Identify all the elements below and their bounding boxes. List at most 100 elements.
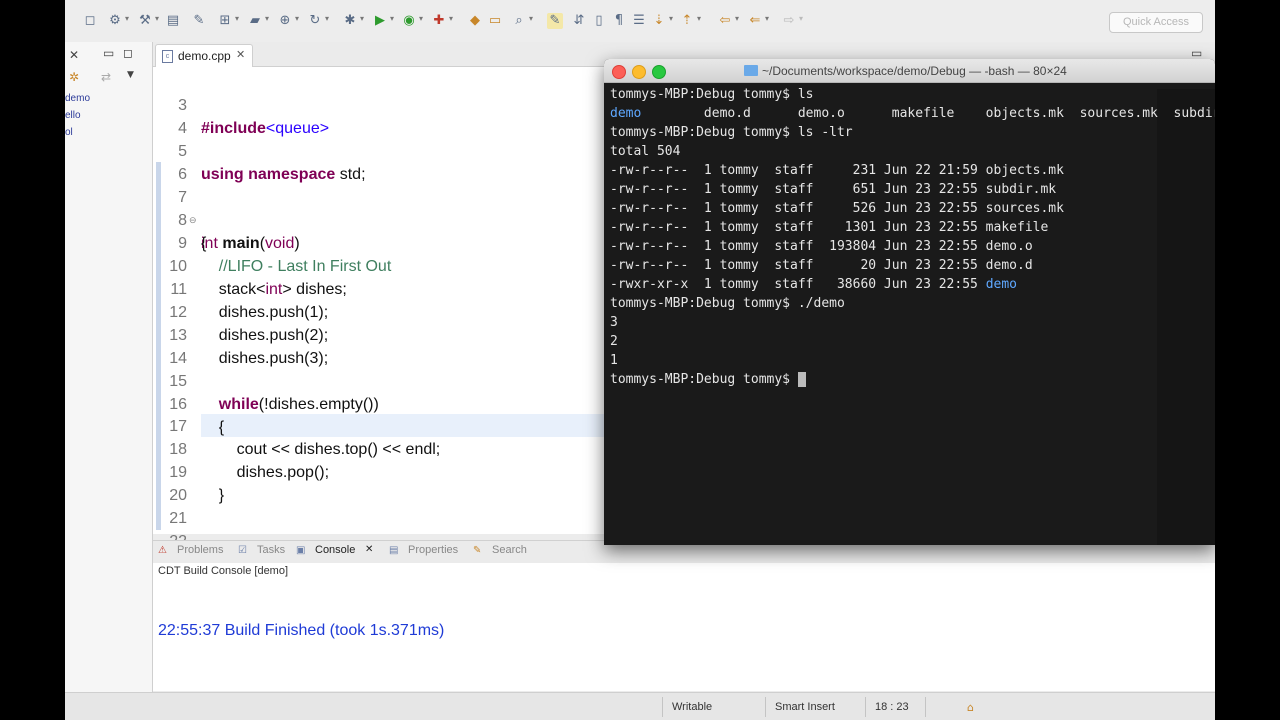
terminal-window[interactable]: ~/Documents/workspace/demo/Debug — -bash… [604, 59, 1215, 545]
next-annotation-icon[interactable]: ⇣ [651, 13, 667, 29]
include-target: <queue> [265, 120, 330, 137]
status-writable: Writable [672, 701, 713, 713]
terminal-line: 1 [610, 353, 618, 368]
console-view[interactable]: CDT Build Console [demo] 22:55:37 Build … [153, 563, 1215, 691]
save-icon[interactable]: ▤ [165, 13, 181, 29]
chevron-down-icon[interactable]: ▾ [295, 14, 299, 23]
status-divider [765, 697, 766, 717]
back-alt-icon[interactable]: ⇐ [747, 13, 763, 29]
chevron-down-icon[interactable]: ▾ [529, 14, 533, 23]
quick-access-input[interactable]: Quick Access [1109, 12, 1203, 33]
properties-icon: ▤ [389, 545, 399, 556]
paragraph-icon[interactable]: ¶ [611, 13, 627, 29]
tree-item[interactable]: ol [65, 127, 73, 138]
chevron-down-icon[interactable]: ▾ [419, 14, 423, 23]
code-comment: //LIFO - Last In First Out [201, 258, 392, 275]
code-line: 7 ⊖ int main(void) [153, 163, 300, 252]
code-text: stack<int> dishes; [201, 281, 347, 298]
close-icon[interactable]: ✕ [69, 48, 79, 62]
prompt: tommys-MBP:Debug tommy$ [610, 372, 798, 387]
progress-icon[interactable]: ⌂ [967, 701, 974, 714]
project-explorer-panel: ✕ ▭ ◻ ✲ ⇄ ▼ demo ello ol [65, 42, 153, 692]
include-directive: #include [201, 120, 266, 137]
chevron-down-icon[interactable]: ▾ [765, 14, 769, 23]
chevron-down-icon[interactable]: ▾ [669, 14, 673, 23]
chevron-down-icon[interactable]: ▾ [325, 14, 329, 23]
chevron-down-icon[interactable]: ▾ [125, 14, 129, 23]
tab-problems[interactable]: Problems [177, 544, 223, 556]
search-icon[interactable]: ⌕ [511, 13, 527, 29]
open-type-icon[interactable]: ◆ [467, 13, 483, 29]
tab-search[interactable]: Search [492, 544, 527, 556]
sync-icon[interactable]: ⇄ [101, 70, 111, 84]
close-icon[interactable]: ✕ [236, 48, 245, 61]
open-folder-icon[interactable]: ▭ [487, 13, 503, 29]
code-text: dishes.push(3); [201, 350, 329, 367]
status-cursor-position: 18 : 23 [875, 701, 909, 713]
tree-item[interactable]: ello [65, 110, 81, 121]
maximize-icon[interactable]: ◻ [123, 46, 133, 60]
chevron-down-icon[interactable]: ▼ [127, 70, 134, 80]
terminal-cursor [797, 372, 806, 387]
tree-item[interactable]: demo [65, 93, 90, 104]
chevron-down-icon[interactable]: ▾ [235, 14, 239, 23]
code-text: int main(void) [201, 235, 300, 252]
chevron-down-icon[interactable]: ▾ [449, 14, 453, 23]
chevron-down-icon[interactable]: ▾ [390, 14, 394, 23]
chevron-down-icon[interactable]: ▾ [155, 14, 159, 23]
tab-console[interactable]: Console [315, 544, 355, 556]
fold-icon[interactable]: ⊖ [189, 209, 197, 232]
code-line: 18 dishes.pop(); [153, 415, 329, 481]
annotation-icon[interactable]: ⇵ [571, 13, 587, 29]
bug-icon[interactable]: ✱ [342, 13, 358, 29]
settings-icon[interactable]: ⚙ [107, 13, 123, 29]
doc-icon[interactable]: ▯ [591, 13, 607, 29]
back-icon[interactable]: ⇦ [717, 13, 733, 29]
minimize-window-icon[interactable] [632, 65, 646, 79]
maximize-icon[interactable]: ◻ [82, 13, 98, 29]
keyword: using namespace [201, 166, 336, 183]
tab-demo-cpp[interactable]: c demo.cpp ✕ [155, 44, 253, 67]
gear-icon[interactable]: ✲ [69, 70, 79, 84]
run-config-icon[interactable]: ◉ [401, 13, 417, 29]
chevron-down-icon[interactable]: ▾ [735, 14, 739, 23]
code-text: } [201, 487, 225, 504]
minimize-icon[interactable]: ▭ [1191, 46, 1202, 60]
chevron-down-icon[interactable]: ▾ [360, 14, 364, 23]
external-tools-icon[interactable]: ✚ [431, 13, 447, 29]
close-icon[interactable]: ✕ [365, 544, 373, 555]
dir-entry: demo [985, 277, 1017, 292]
list-icon[interactable]: ☰ [631, 13, 647, 29]
minimize-icon[interactable]: ▭ [103, 46, 114, 60]
code-line: 22 [153, 507, 187, 550]
build-icon[interactable]: ⚒ [137, 13, 153, 29]
refresh-icon[interactable]: ↻ [307, 13, 323, 29]
terminal-titlebar[interactable]: ~/Documents/workspace/demo/Debug — -bash… [604, 59, 1215, 83]
code-line: 9 //LIFO - Last In First Out [153, 209, 391, 275]
code-line: 15 while(!dishes.empty()) [153, 347, 379, 413]
new-icon[interactable]: ⊞ [217, 13, 233, 29]
folder-icon[interactable]: ▰ [247, 13, 263, 29]
close-window-icon[interactable] [612, 65, 626, 79]
highlight-icon[interactable]: ✎ [547, 13, 563, 29]
new-file-icon[interactable]: ⊕ [277, 13, 293, 29]
terminal-scroll-area [1157, 89, 1215, 545]
keyword: void [265, 235, 295, 252]
dir-entry: demo [610, 106, 642, 121]
debug-icon[interactable]: ✎ [191, 13, 207, 29]
tab-tasks[interactable]: Tasks [257, 544, 285, 556]
terminal-line: -rwxr-xr-x 1 tommy staff 38660 Jun 23 22… [610, 277, 1017, 292]
code-line: 17 cout << dishes.top() << endl; [153, 392, 440, 458]
zoom-window-icon[interactable] [652, 65, 666, 79]
run-icon[interactable]: ▶ [372, 13, 388, 29]
chevron-down-icon[interactable]: ▾ [799, 14, 803, 23]
code-line: 6 [153, 140, 187, 183]
chevron-down-icon[interactable]: ▾ [697, 14, 701, 23]
code-text: dishes.push(1); [201, 304, 329, 321]
forward-icon[interactable]: ⇨ [781, 13, 797, 29]
tab-properties[interactable]: Properties [408, 544, 458, 556]
prev-annotation-icon[interactable]: ⇡ [679, 13, 695, 29]
terminal-line: total 504 [610, 144, 681, 159]
chevron-down-icon[interactable]: ▾ [265, 14, 269, 23]
keyword: int [265, 281, 283, 298]
